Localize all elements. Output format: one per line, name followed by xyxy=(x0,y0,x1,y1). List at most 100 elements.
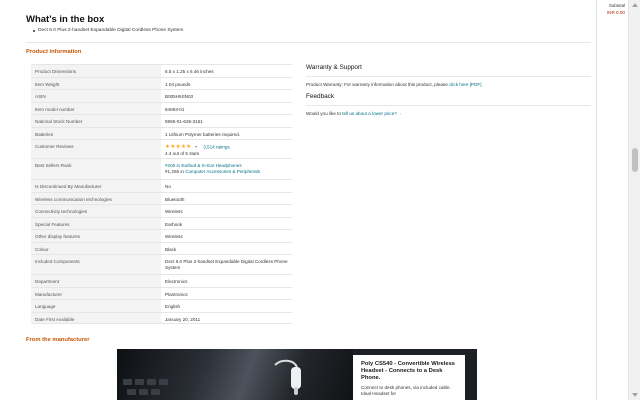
keypad-key xyxy=(123,379,132,385)
table-label: Other display features xyxy=(31,230,161,242)
table-value: B005H5SN03 xyxy=(165,94,194,99)
table-row: Date First Available January 20, 2011 xyxy=(31,311,292,324)
table-value: January 20, 2011 xyxy=(165,316,201,322)
star-rating[interactable]: ★ ★ ★ ★ ★ xyxy=(165,144,191,150)
rating-text: 4.4 out of 5 stars xyxy=(165,150,200,156)
table-value: Bluetooth xyxy=(165,196,185,202)
warranty-support-title: Warranty & Support xyxy=(306,64,362,71)
keypad-key xyxy=(139,389,148,395)
table-label: Item model number xyxy=(31,102,161,114)
divider xyxy=(26,42,591,43)
table-value: No xyxy=(165,184,171,189)
table-label: Manufacturer xyxy=(31,287,161,299)
table-value: 84693-01 xyxy=(165,106,185,112)
table-value: 1 Lithium Polymer batteries required. xyxy=(165,131,241,137)
keypad-key xyxy=(135,379,144,385)
warranty-pdf-link[interactable]: [PDF] xyxy=(470,82,482,87)
table-row: Item Weight 1.04 pounds xyxy=(31,76,292,89)
scroll-up-icon[interactable] xyxy=(632,3,638,7)
table-row: Item model number 84693-01 xyxy=(31,101,292,114)
star-icon: ★ xyxy=(165,144,171,150)
table-value: 6.5 x 1.25 x 6.46 inches xyxy=(165,69,214,74)
table-row: Special Features Earhook xyxy=(31,216,292,229)
table-label: Colour xyxy=(31,242,161,254)
ratings-count-link[interactable]: 3,514 ratings xyxy=(203,144,230,149)
table-row: Manufacturer Plantronics xyxy=(31,286,292,299)
warranty-text: Product Warranty: For warranty informati… xyxy=(306,82,591,87)
cart-rail xyxy=(596,0,628,400)
table-value: Plantronics xyxy=(165,291,188,297)
chevron-down-icon[interactable]: ▼ xyxy=(195,145,198,149)
star-half-icon: ★ xyxy=(186,144,192,150)
table-value: Dect 6.0 Plus 2-handset Expandable Digit… xyxy=(165,259,288,271)
table-row: National Stock Number 5965-01-626-3151 xyxy=(31,114,292,127)
table-label: Special Features xyxy=(31,217,161,229)
table-row: Department Electronics xyxy=(31,274,292,287)
table-label: Is Discontinued By Manufacturer xyxy=(31,180,161,192)
table-value: Earhook xyxy=(165,221,183,227)
table-row: Connectivity technologies Wireless xyxy=(31,204,292,217)
table-value: Electronics xyxy=(165,279,188,284)
table-row: Best Sellers Rank #200 in Earbud & In-Ea… xyxy=(31,158,292,179)
whats-in-box-item-text: Dect 6.0 Plus 2-handset Expandable Digit… xyxy=(38,28,184,33)
star-icon: ★ xyxy=(180,144,186,150)
table-row: Is Discontinued By Manufacturer No xyxy=(31,179,292,192)
table-value: English xyxy=(165,304,181,309)
keypad-key xyxy=(159,379,168,385)
keypad-key xyxy=(147,379,156,385)
table-row: Other display features Wireless xyxy=(31,229,292,242)
scroll-down-icon[interactable] xyxy=(632,393,638,397)
table-label: Batteries xyxy=(31,127,161,139)
table-label: ASIN xyxy=(31,90,161,102)
table-label: Wireless communication technologies xyxy=(31,192,161,204)
scrollbar-thumb[interactable] xyxy=(632,148,638,172)
divider xyxy=(306,105,591,106)
keypad-key xyxy=(151,389,160,395)
support-panel: Warranty & Support Product Warranty: For… xyxy=(306,64,591,116)
star-icon: ★ xyxy=(175,144,181,150)
subtotal-value: INR 0.00 xyxy=(606,10,625,15)
table-value: Wireless xyxy=(165,234,183,239)
table-row: Batteries 1 Lithium Polymer batteries re… xyxy=(31,126,292,139)
rank-category-link[interactable]: Computer Accessories & Peripherals xyxy=(185,169,260,174)
table-value: 1.04 pounds xyxy=(165,81,191,87)
feedback-title: Feedback xyxy=(306,93,335,100)
feedback-text-prefix: Would you like to xyxy=(306,111,341,116)
manufacturer-card-text: Connect to desk phones, via included cab… xyxy=(361,384,451,396)
table-label: National Stock Number xyxy=(31,115,161,127)
customer-reviews-value: ★ ★ ★ ★ ★ ▼ 3,514 ratings 4.4 out of 5 stars xyxy=(161,140,292,158)
headset-icon xyxy=(274,359,301,395)
table-value: Black xyxy=(165,246,177,252)
bullet-icon xyxy=(33,29,35,32)
table-row: Language English xyxy=(31,299,292,312)
product-photo xyxy=(117,349,353,400)
table-label: Product Dimensions xyxy=(31,65,161,77)
table-label: Department xyxy=(31,275,161,287)
table-label: Connectivity technologies xyxy=(31,205,161,217)
table-value: 5965-01-626-3151 xyxy=(165,119,203,124)
lower-price-link[interactable]: tell us about a lower price? xyxy=(342,111,397,116)
whats-in-box-item: Dect 6.0 Plus 2-handset Expandable Digit… xyxy=(33,28,183,33)
manufacturer-banner: Poly CS540 - Convertible Wireless Headse… xyxy=(117,349,477,400)
subtotal-label: Subtotal xyxy=(608,3,625,8)
rank-prefix: #1,255 in xyxy=(165,169,186,175)
page-scrollbar[interactable] xyxy=(628,0,640,400)
table-label: Item Weight xyxy=(31,77,161,89)
table-row: Customer Reviews ★ ★ ★ ★ ★ ▼ 3,514 ratings 4… xyxy=(31,139,292,158)
whats-in-box-title: What's in the box xyxy=(26,14,105,25)
table-label: Included Components xyxy=(31,255,161,274)
best-sellers-rank-value: #200 in Earbud & In-Ear Headphones #1,25… xyxy=(161,159,292,179)
warranty-text-prefix: Product Warranty: For warranty informati… xyxy=(306,82,448,87)
manufacturer-card: Poly CS540 - Convertible Wireless Headse… xyxy=(353,355,465,400)
warranty-click-here-link[interactable]: click here xyxy=(449,82,468,87)
feedback-text: Would you like to tell us about a lower … xyxy=(306,111,591,116)
product-information-heading: Product information xyxy=(26,49,82,55)
table-row: Wireless communication technologies Blue… xyxy=(31,191,292,204)
star-icon: ★ xyxy=(170,144,176,150)
table-row: Included Components Dect 6.0 Plus 2-hand… xyxy=(31,254,292,274)
table-row: Product Dimensions 6.5 x 1.25 x 6.46 inc… xyxy=(31,64,292,77)
keypad-key xyxy=(127,389,136,395)
product-details-table: Product Dimensions 6.5 x 1.25 x 6.46 inc… xyxy=(31,64,292,324)
divider xyxy=(306,76,591,77)
chevron-right-icon: › xyxy=(400,112,402,116)
